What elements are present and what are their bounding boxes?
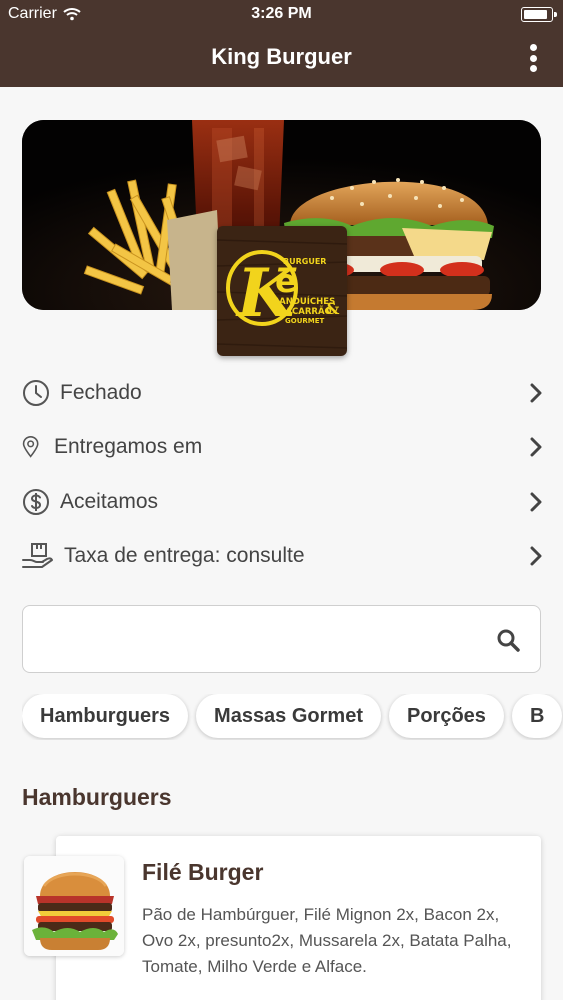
info-row-status[interactable]: Fechado <box>22 375 543 411</box>
product-name: Filé Burger <box>142 859 264 885</box>
page-title: King Burguer <box>211 44 352 69</box>
info-delivery-area-label: Entregamos em <box>54 435 203 458</box>
info-delivery-fee-label: Taxa de entrega: consulte <box>64 544 305 567</box>
category-chip-porcoes[interactable]: Porções <box>389 694 504 738</box>
category-chip-partial[interactable]: B <box>511 694 563 738</box>
svg-text:e: e <box>275 262 297 300</box>
category-tabs: Hamburguers Massas Gormet Porções B <box>22 694 563 740</box>
logo-text-burguer: BURGUER <box>283 257 326 266</box>
delivery-box-icon <box>22 543 53 568</box>
category-chip-massas-gormet[interactable]: Massas Gormet <box>196 694 381 738</box>
info-row-delivery-area[interactable]: Entregamos em <box>22 429 543 465</box>
product-image[interactable] <box>24 856 124 956</box>
search-input[interactable] <box>39 622 479 658</box>
battery-icon <box>521 7 557 22</box>
svg-text:&: & <box>325 299 340 318</box>
search-bar[interactable] <box>22 605 541 673</box>
status-bar: Carrier 3:26 PM <box>0 0 563 30</box>
clock-icon <box>23 380 49 406</box>
dollar-icon <box>23 489 49 515</box>
category-chip-hamburguers[interactable]: Hamburguers <box>22 694 189 738</box>
more-vertical-icon[interactable] <box>523 42 543 74</box>
restaurant-logo: K e BURGUER SANDUÍCHES MACARRÃO GOURMET … <box>217 226 347 356</box>
logo-text-gourmet: GOURMET <box>285 317 325 325</box>
chevron-right-icon <box>530 437 542 457</box>
section-title: Hamburguers <box>22 784 172 810</box>
app-header: King Burguer <box>0 30 563 87</box>
search-icon[interactable] <box>496 628 520 652</box>
logo-text-macarrao: MACARRÃO <box>277 306 332 317</box>
chevron-right-icon <box>530 492 542 512</box>
info-status-label: Fechado <box>60 381 142 404</box>
battery-level <box>524 10 548 19</box>
chevron-right-icon <box>530 383 542 403</box>
info-row-delivery-fee[interactable]: Taxa de entrega: consulte <box>22 538 543 574</box>
location-pin-icon <box>22 436 39 458</box>
info-payment-label: Aceitamos <box>60 490 159 513</box>
status-time: 3:26 PM <box>251 5 312 22</box>
info-row-payment[interactable]: Aceitamos <box>22 484 543 520</box>
product-description: Pão de Hambúrguer, Filé Mignon 2x, Bacon… <box>142 905 512 976</box>
chevron-right-icon <box>530 546 542 566</box>
